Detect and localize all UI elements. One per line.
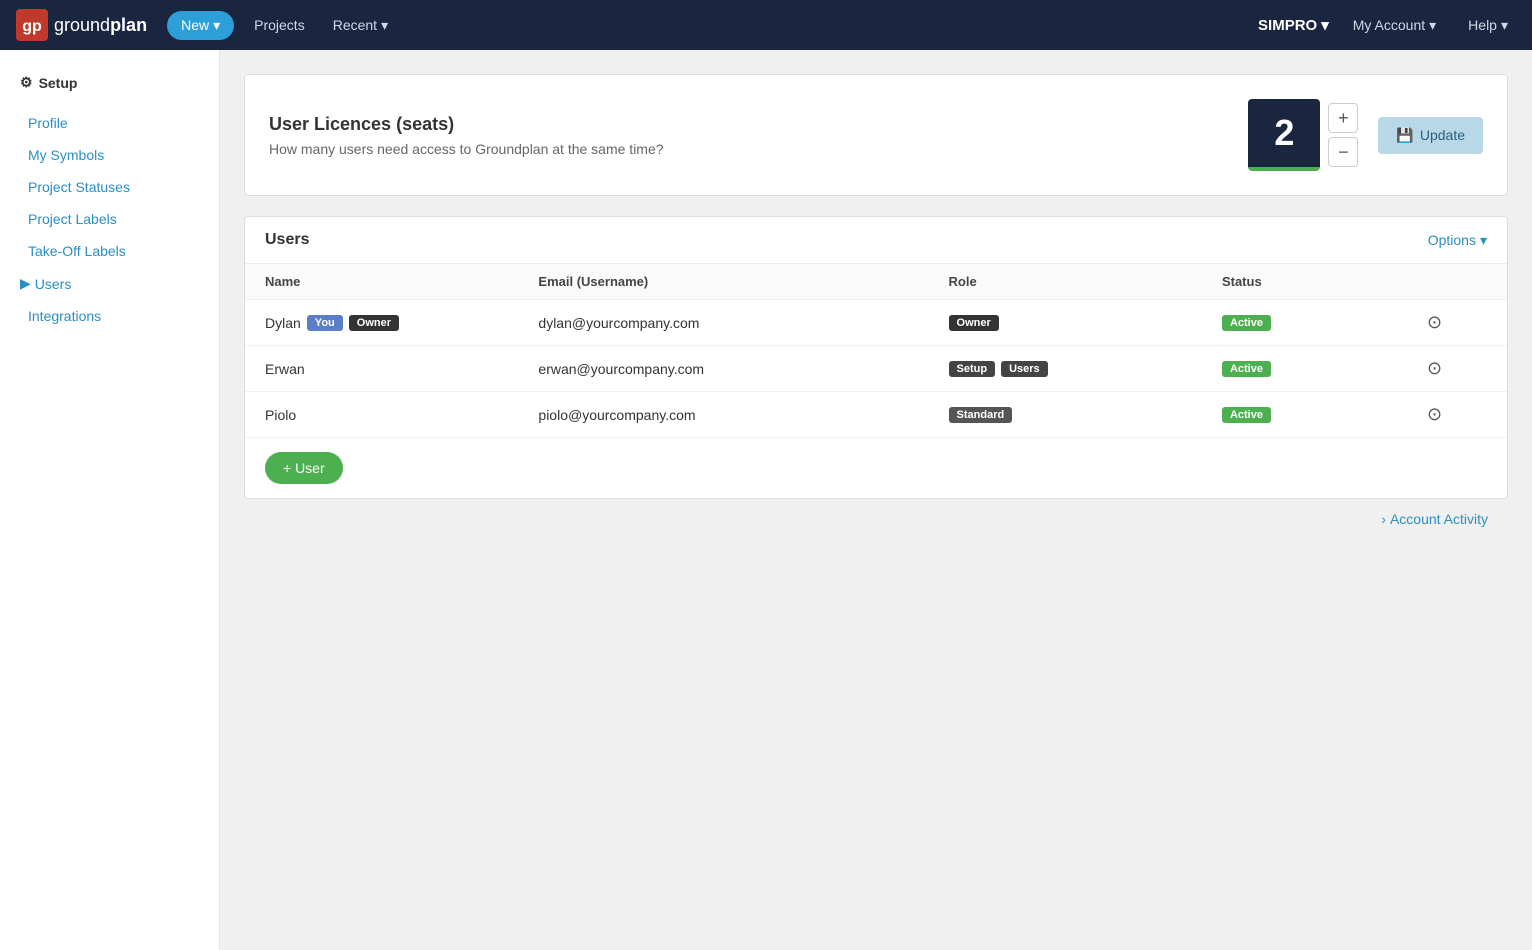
- minus-icon: −: [1338, 142, 1349, 163]
- add-user-button[interactable]: + User: [265, 452, 343, 484]
- chevron-right-icon: ▶: [20, 275, 31, 292]
- new-button-label: New: [181, 17, 209, 33]
- sidebar: ⚙ Setup Profile My Symbols Project Statu…: [0, 50, 220, 950]
- logo-text: groundplan: [54, 15, 147, 36]
- col-actions: [1427, 274, 1487, 289]
- licence-counter-buttons: + −: [1328, 103, 1358, 167]
- main-content: User Licences (seats) How many users nee…: [220, 50, 1532, 950]
- options-button[interactable]: Options ▾: [1428, 232, 1487, 249]
- status-badge-active: Active: [1222, 361, 1271, 377]
- user-role-erwan: Setup Users: [949, 361, 1222, 377]
- user-email-erwan: erwan@yourcompany.com: [538, 361, 948, 377]
- chevron-right-icon: ›: [1381, 511, 1386, 527]
- user-role-dylan: Owner: [949, 315, 1222, 331]
- user-name-dylan: Dylan You Owner: [265, 315, 538, 331]
- sidebar-item-take-off-labels[interactable]: Take-Off Labels: [0, 235, 219, 267]
- user-action-dylan: ⊙: [1427, 312, 1487, 333]
- save-icon: 💾: [1396, 127, 1413, 144]
- action-menu-icon[interactable]: ⊙: [1427, 358, 1442, 379]
- licence-count-display: 2: [1248, 99, 1320, 171]
- gear-icon: ⚙: [20, 74, 33, 91]
- chevron-down-icon: ▾: [1501, 17, 1508, 34]
- users-section-title: Users: [265, 231, 1428, 249]
- licence-card: User Licences (seats) How many users nee…: [244, 74, 1508, 196]
- plus-icon: +: [1338, 108, 1349, 129]
- user-email-piolo: piolo@yourcompany.com: [538, 407, 948, 423]
- licence-decrement-button[interactable]: −: [1328, 137, 1358, 167]
- logo: gp groundplan: [16, 9, 147, 41]
- action-menu-icon[interactable]: ⊙: [1427, 404, 1442, 425]
- recent-link[interactable]: Recent ▾: [325, 17, 396, 34]
- user-action-piolo: ⊙: [1427, 404, 1487, 425]
- sidebar-section-setup: ⚙ Setup: [0, 74, 219, 107]
- licence-title: User Licences (seats): [269, 114, 1228, 135]
- account-activity-label: Account Activity: [1390, 511, 1488, 527]
- action-menu-icon[interactable]: ⊙: [1427, 312, 1442, 333]
- table-row: Erwan erwan@yourcompany.com Setup Users …: [245, 346, 1507, 392]
- nav-right: SIMPRO ▾ My Account ▾ Help ▾: [1258, 16, 1516, 34]
- my-account-link[interactable]: My Account ▾: [1345, 17, 1444, 34]
- sidebar-item-my-symbols[interactable]: My Symbols: [0, 139, 219, 171]
- role-badge-owner: Owner: [949, 315, 999, 331]
- chevron-down-icon: ▾: [1480, 232, 1487, 249]
- status-badge-active: Active: [1222, 315, 1271, 331]
- role-badge-standard: Standard: [949, 407, 1013, 423]
- projects-link[interactable]: Projects: [246, 17, 313, 33]
- licence-counter: 2 + −: [1248, 99, 1358, 171]
- user-email-dylan: dylan@yourcompany.com: [538, 315, 948, 331]
- top-navigation: gp groundplan New ▾ Projects Recent ▾ SI…: [0, 0, 1532, 50]
- user-name-piolo: Piolo: [265, 407, 538, 423]
- licence-info: User Licences (seats) How many users nee…: [269, 114, 1228, 157]
- users-card: Users Options ▾ Name Email (Username) Ro…: [244, 216, 1508, 499]
- chevron-down-icon: ▾: [381, 17, 388, 34]
- chevron-down-icon: ▾: [1321, 16, 1329, 34]
- table-row: Dylan You Owner dylan@yourcompany.com Ow…: [245, 300, 1507, 346]
- account-activity-link[interactable]: › Account Activity: [244, 499, 1508, 539]
- new-button[interactable]: New ▾: [167, 11, 234, 40]
- user-role-piolo: Standard: [949, 407, 1222, 423]
- svg-text:gp: gp: [22, 18, 42, 35]
- licence-increment-button[interactable]: +: [1328, 103, 1358, 133]
- simpro-label: SIMPRO: [1258, 17, 1317, 34]
- badge-owner: Owner: [349, 315, 399, 331]
- logo-icon: gp: [16, 9, 48, 41]
- role-badge-users: Users: [1001, 361, 1048, 377]
- user-status-erwan: Active: [1222, 361, 1427, 377]
- table-row: Piolo piolo@yourcompany.com Standard Act…: [245, 392, 1507, 438]
- update-button[interactable]: 💾 Update: [1378, 117, 1483, 154]
- add-user-label: + User: [283, 460, 325, 476]
- user-action-erwan: ⊙: [1427, 358, 1487, 379]
- page-layout: ⚙ Setup Profile My Symbols Project Statu…: [0, 50, 1532, 950]
- sidebar-item-project-labels[interactable]: Project Labels: [0, 203, 219, 235]
- user-status-piolo: Active: [1222, 407, 1427, 423]
- badge-you: You: [307, 315, 343, 331]
- add-user-row: + User: [245, 438, 1507, 498]
- sidebar-item-integrations[interactable]: Integrations: [0, 300, 219, 332]
- simpro-link[interactable]: SIMPRO ▾: [1258, 16, 1329, 34]
- options-label: Options: [1428, 232, 1476, 248]
- user-status-dylan: Active: [1222, 315, 1427, 331]
- user-name-erwan: Erwan: [265, 361, 538, 377]
- col-role: Role: [949, 274, 1222, 289]
- table-header: Name Email (Username) Role Status: [245, 264, 1507, 300]
- chevron-down-icon: ▾: [213, 17, 220, 34]
- sidebar-item-users[interactable]: ▶ Users: [0, 267, 219, 300]
- sidebar-item-profile[interactable]: Profile: [0, 107, 219, 139]
- col-status: Status: [1222, 274, 1427, 289]
- status-badge-active: Active: [1222, 407, 1271, 423]
- col-name: Name: [265, 274, 538, 289]
- sidebar-item-project-statuses[interactable]: Project Statuses: [0, 171, 219, 203]
- licence-description: How many users need access to Groundplan…: [269, 141, 1228, 157]
- users-header: Users Options ▾: [245, 217, 1507, 264]
- help-link[interactable]: Help ▾: [1460, 17, 1516, 34]
- chevron-down-icon: ▾: [1429, 17, 1436, 34]
- col-email: Email (Username): [538, 274, 948, 289]
- role-badge-setup: Setup: [949, 361, 996, 377]
- update-button-label: Update: [1420, 127, 1465, 143]
